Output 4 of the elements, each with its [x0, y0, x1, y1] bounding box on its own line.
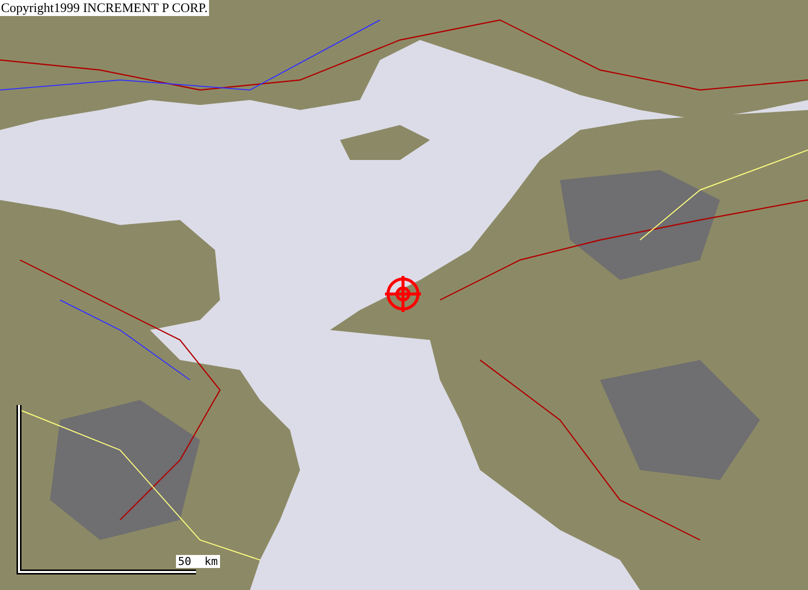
crosshair-icon — [385, 276, 421, 312]
copyright-text: Copyright1999 INCREMENT P CORP. — [0, 0, 209, 16]
scale-bar-icon — [16, 405, 196, 575]
scale-label: 50 km — [176, 555, 220, 568]
